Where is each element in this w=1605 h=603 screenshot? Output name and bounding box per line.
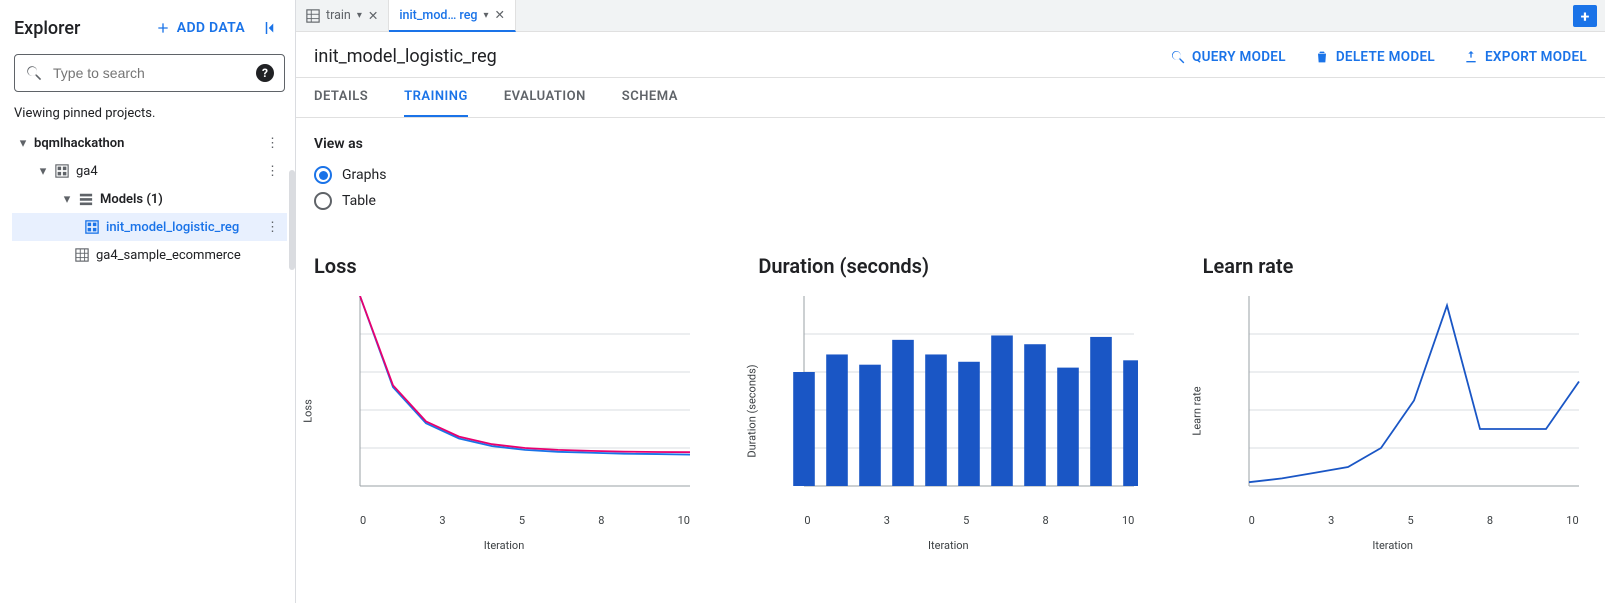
models-icon [78, 191, 94, 207]
tree-model-selected[interactable]: init_model_logistic_reg ⋮ [12, 213, 287, 241]
search-input[interactable] [51, 64, 248, 82]
help-icon[interactable]: ? [256, 64, 274, 82]
close-icon[interactable]: ✕ [495, 7, 505, 23]
x-axis-label: Iteration [1372, 539, 1413, 552]
chart-svg [314, 296, 694, 506]
collapse-sidebar-button[interactable] [259, 16, 283, 40]
tree-project[interactable]: ▾ bqmlhackathon ⋮ [12, 129, 287, 157]
subtab-evaluation[interactable]: EVALUATION [504, 78, 586, 117]
scrollbar[interactable] [289, 170, 295, 270]
caret-down-icon[interactable]: ▾ [484, 10, 489, 21]
table-icon [74, 247, 90, 263]
export-model-label: EXPORT MODEL [1485, 49, 1587, 65]
view-as-title: View as [314, 136, 1587, 152]
chart-duration: Duration (seconds) Duration (seconds)0358… [758, 254, 1142, 526]
tree-project-label: bqmlhackathon [34, 136, 124, 151]
viewing-note: Viewing pinned projects. [12, 98, 287, 129]
delete-model-button[interactable]: DELETE MODEL [1314, 49, 1435, 65]
search-icon [1170, 49, 1186, 65]
subtab-details[interactable]: DETAILS [314, 78, 368, 117]
chart-learn_rate: Learn rate Learn rate035810Iteration [1203, 254, 1587, 526]
page-title: init_model_logistic_reg [314, 46, 497, 67]
tree-model-label: init_model_logistic_reg [106, 220, 239, 235]
chart-title: Loss [314, 254, 698, 278]
close-icon[interactable]: ✕ [368, 8, 378, 24]
x-axis-label: Iteration [928, 539, 969, 552]
add-data-button[interactable]: ADD DATA [155, 20, 245, 36]
view-as-graphs[interactable]: Graphs [314, 162, 1587, 188]
model-icon [84, 219, 100, 235]
x-ticks: 035810 [1249, 514, 1579, 528]
tree-table[interactable]: ga4_sample_ecommerce [12, 241, 287, 269]
chart-svg [1203, 296, 1583, 506]
subtab-schema[interactable]: SCHEMA [622, 78, 678, 117]
search-icon [25, 64, 43, 82]
plus-icon [155, 20, 171, 36]
chart-plot: Duration (seconds)035810Iteration [758, 296, 1138, 526]
chart-loss: Loss Loss035810Iteration [314, 254, 698, 526]
export-icon [1463, 49, 1479, 65]
y-axis-label: Loss [302, 399, 315, 423]
explorer-tree: ▾ bqmlhackathon ⋮ ▾ ga4 ⋮ ▾ Models (1) [12, 129, 287, 269]
chart-plot: Learn rate035810Iteration [1203, 296, 1583, 526]
tree-table-label: ga4_sample_ecommerce [96, 248, 241, 263]
model-subtabs: DETAILS TRAINING EVALUATION SCHEMA [296, 78, 1605, 118]
tree-dataset[interactable]: ▾ ga4 ⋮ [12, 157, 287, 185]
explorer-panel: Explorer ADD DATA ? Viewing pinned proje… [0, 0, 296, 603]
view-as-table[interactable]: Table [314, 188, 1587, 214]
search-box[interactable]: ? [14, 54, 285, 92]
x-ticks: 035810 [360, 514, 690, 528]
editor-tabstrip: train ▾ ✕ init_mod… reg ▾ ✕ + [296, 0, 1605, 32]
chart-plot: Loss035810Iteration [314, 296, 694, 526]
y-axis-label: Learn rate [1190, 386, 1203, 435]
kebab-icon[interactable]: ⋮ [264, 136, 281, 151]
radio-unselected-icon [314, 192, 332, 210]
tab-train[interactable]: train ▾ ✕ [296, 0, 389, 31]
collapse-icon [262, 19, 280, 37]
explorer-title: Explorer [14, 18, 80, 39]
kebab-icon[interactable]: ⋮ [264, 164, 281, 179]
add-data-label: ADD DATA [177, 20, 245, 36]
new-tab-button[interactable]: + [1573, 5, 1597, 27]
caret-down-icon[interactable]: ▾ [357, 10, 362, 21]
tab-model-label: init_mod… reg [399, 8, 477, 23]
tree-models-group[interactable]: ▾ Models (1) [12, 185, 287, 213]
tab-model[interactable]: init_mod… reg ▾ ✕ [389, 0, 516, 32]
trash-icon [1314, 49, 1330, 65]
chevron-down-icon: ▾ [60, 192, 74, 207]
chevron-down-icon: ▾ [36, 164, 50, 179]
chart-title: Duration (seconds) [758, 254, 1142, 278]
tree-models-group-label: Models (1) [100, 192, 163, 207]
view-as-graphs-label: Graphs [342, 167, 386, 183]
kebab-icon[interactable]: ⋮ [264, 220, 281, 235]
subtab-training[interactable]: TRAINING [404, 78, 468, 117]
tree-dataset-label: ga4 [76, 164, 98, 179]
table-icon [306, 9, 320, 23]
tab-train-label: train [326, 8, 351, 23]
chart-title: Learn rate [1203, 254, 1587, 278]
chevron-down-icon: ▾ [16, 136, 30, 151]
view-as-table-label: Table [342, 193, 376, 209]
export-model-button[interactable]: EXPORT MODEL [1463, 49, 1587, 65]
delete-model-label: DELETE MODEL [1336, 49, 1435, 65]
x-axis-label: Iteration [484, 539, 525, 552]
x-ticks: 035810 [804, 514, 1134, 528]
query-model-label: QUERY MODEL [1192, 49, 1286, 65]
dataset-icon [54, 163, 70, 179]
query-model-button[interactable]: QUERY MODEL [1170, 49, 1286, 65]
radio-selected-icon [314, 166, 332, 184]
y-axis-label: Duration (seconds) [746, 364, 759, 457]
chart-svg [758, 296, 1138, 506]
